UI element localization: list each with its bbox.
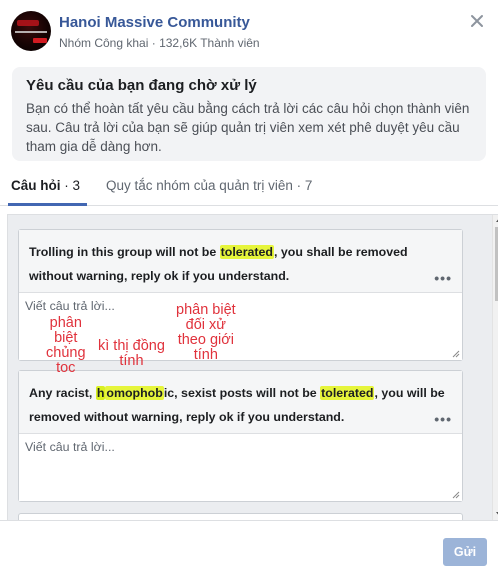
resize-grip-icon[interactable] bbox=[452, 491, 460, 499]
more-horizontal-icon[interactable]: ••• bbox=[434, 407, 452, 431]
questions-scroll-area[interactable]: Trolling in this group will not be toler… bbox=[7, 214, 498, 520]
resize-grip-icon[interactable] bbox=[452, 350, 460, 358]
notice-body: Bạn có thể hoàn tất yêu cầu bằng cách tr… bbox=[26, 101, 470, 154]
highlight-term: h bbox=[95, 386, 106, 400]
pending-request-notice: Yêu cầu của bạn đang chờ xử lý Bạn có th… bbox=[12, 67, 486, 161]
highlight-term: omophob bbox=[105, 386, 164, 400]
notice-title: Yêu cầu của bạn đang chờ xử lý bbox=[26, 77, 257, 94]
highlight-term: tolerated bbox=[320, 386, 375, 400]
meta-separator: · bbox=[151, 36, 156, 50]
dialog-header: Hanoi Massive Community Nhóm Công khai ·… bbox=[0, 0, 498, 60]
tab-questions[interactable]: Câu hỏi · 3 bbox=[11, 178, 80, 193]
group-privacy: Nhóm Công khai bbox=[59, 36, 149, 50]
group-avatar bbox=[11, 11, 51, 51]
submit-button[interactable]: Gửi bbox=[443, 538, 487, 566]
tab-questions-count: · 3 bbox=[64, 178, 81, 193]
answer-input-1[interactable] bbox=[19, 292, 462, 360]
tab-bar: Câu hỏi · 3 Quy tắc nhóm của quản trị vi… bbox=[0, 172, 498, 206]
question-card-2: Any racist, h omophobic, sexist posts wil… bbox=[18, 370, 463, 502]
tab-group-rules[interactable]: Quy tắc nhóm của quản trị viên · 7 bbox=[106, 178, 312, 193]
question-card-3 bbox=[18, 513, 463, 520]
group-meta: Nhóm Công khai · 132,6K Thành viên bbox=[59, 36, 260, 50]
vertical-scrollbar[interactable] bbox=[492, 215, 498, 520]
active-tab-indicator bbox=[8, 203, 87, 206]
group-name[interactable]: Hanoi Massive Community bbox=[59, 14, 250, 31]
question-text-2: Any racist, h omophobic, sexist posts wil… bbox=[19, 371, 462, 433]
answer-input-2[interactable] bbox=[19, 433, 462, 501]
tab-questions-label: Câu hỏi bbox=[11, 178, 61, 193]
dialog-footer: Gửi bbox=[0, 520, 498, 576]
question-card-1: Trolling in this group will not be toler… bbox=[18, 229, 463, 361]
group-members: 132,6K Thành viên bbox=[159, 36, 260, 50]
highlight-term: tolerated bbox=[219, 245, 274, 259]
join-request-dialog: Hanoi Massive Community Nhóm Công khai ·… bbox=[0, 0, 498, 576]
close-icon[interactable] bbox=[470, 14, 484, 28]
question-text-1: Trolling in this group will not be toler… bbox=[19, 230, 462, 292]
more-horizontal-icon[interactable]: ••• bbox=[434, 266, 452, 290]
